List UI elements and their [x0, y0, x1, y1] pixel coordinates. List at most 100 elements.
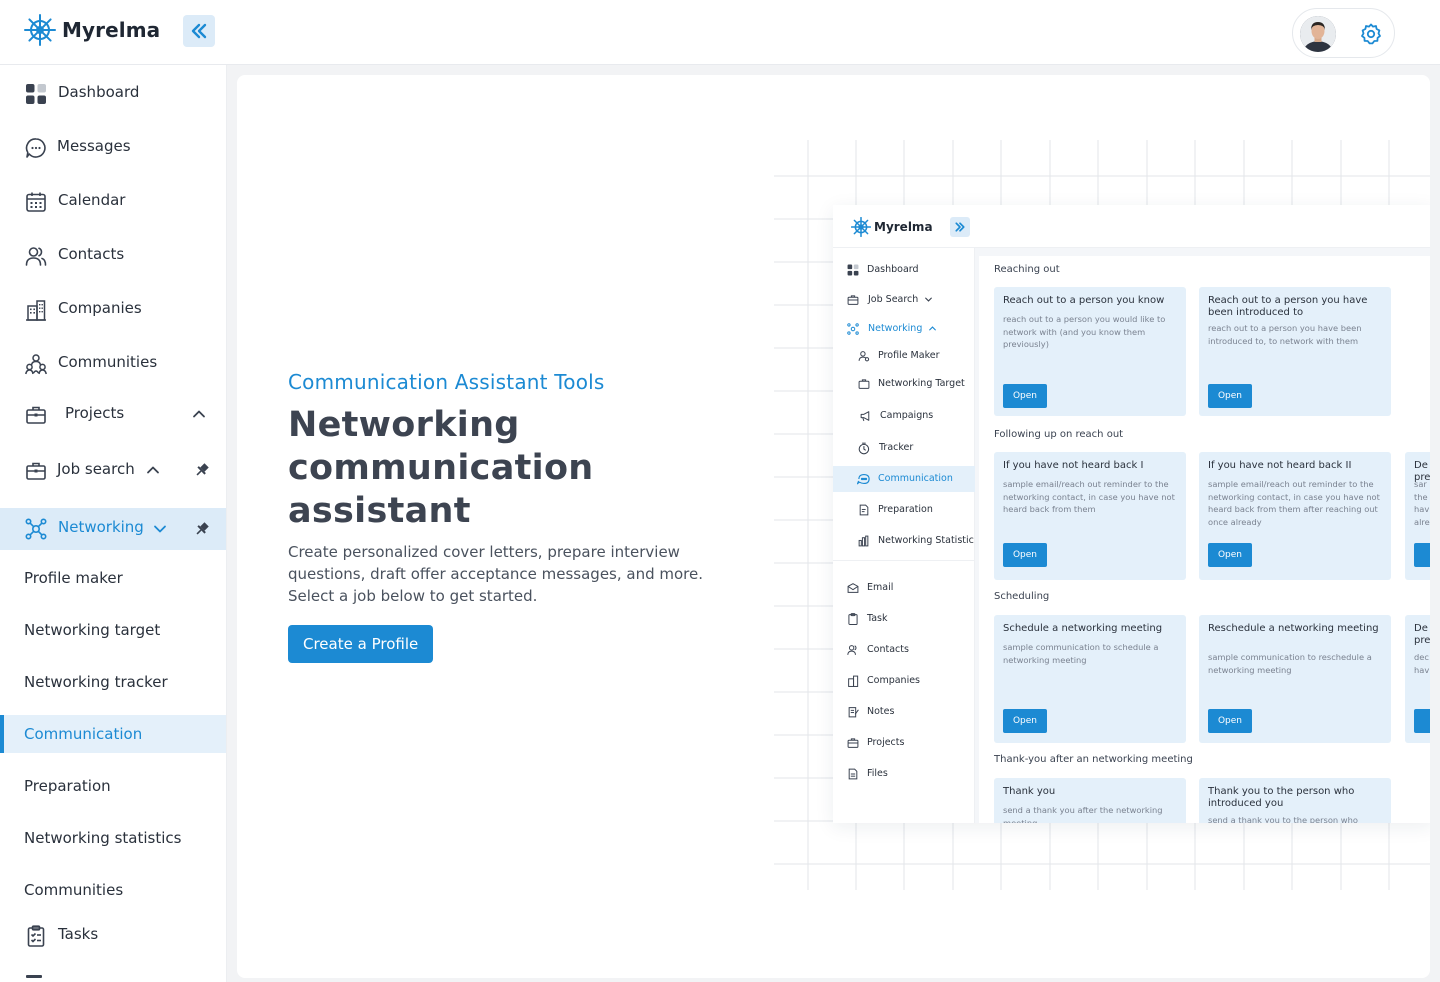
sidebar-item-label: Messages: [57, 137, 131, 155]
sidebar-subitem-networking-statistics[interactable]: Networking statistics: [0, 819, 226, 857]
preview-sidebar-label: Communication: [878, 473, 953, 484]
page-title: Networking communication assistant: [288, 405, 594, 531]
preview-sidebar-item: Networking: [833, 316, 975, 342]
building-icon: [24, 298, 47, 321]
network-icon: [847, 323, 859, 338]
sidebar-item-job-search[interactable]: Job search: [0, 450, 226, 490]
sidebar-subitem-communication[interactable]: Communication: [0, 715, 226, 753]
preview-sidebar-item: Email: [833, 575, 975, 601]
sidebar-subitem-preparation[interactable]: Preparation: [0, 767, 226, 805]
sidebar-item-contacts[interactable]: Contacts: [0, 235, 226, 275]
preview-card-title: Thank you: [1003, 786, 1056, 797]
preview-open-button: Open: [1003, 543, 1047, 567]
preview-card-title: Thank you to the person who introduced y…: [1208, 786, 1355, 809]
preview-open-button: O: [1414, 709, 1430, 733]
preview-brand: Myrelma: [874, 220, 933, 234]
preview-card-desc: sample email/reach out reminder to the n…: [1208, 479, 1380, 527]
chat-bubble-icon: [24, 136, 47, 159]
double-chevron-right-icon: [955, 222, 965, 232]
clipboard-icon: [847, 613, 859, 628]
user-menu: [1292, 8, 1395, 58]
communication-icon: [856, 473, 871, 488]
preview-template-card: If you have not heard back II sample ema…: [1199, 452, 1391, 580]
sidebar-subitem-label: Profile maker: [24, 569, 123, 587]
hero-subtitle: Communication Assistant Tools: [288, 370, 605, 394]
brand-name: Myrelma: [62, 18, 161, 42]
preview-sidebar-item: Notes: [833, 699, 975, 725]
top-bar: Myrelma: [0, 0, 1440, 65]
preview-card-desc: sar the hav alre: [1414, 479, 1430, 527]
sidebar-item-calendar[interactable]: Calendar: [0, 181, 226, 221]
preview-template-card: Reach out to a person you have been intr…: [1199, 287, 1391, 416]
create-profile-button[interactable]: Create a Profile: [288, 625, 434, 663]
preview-sidebar-item: Dashboard: [833, 257, 975, 283]
preview-sidebar-label: Contacts: [867, 644, 909, 655]
main-content: Communication Assistant Tools Networking…: [237, 75, 1430, 978]
preview-sidebar-label: Networking Target: [878, 378, 965, 389]
sidebar-subitem-profile-maker[interactable]: Profile maker: [0, 559, 226, 597]
preview-card-desc: sample communication to schedule a netwo…: [1003, 642, 1159, 665]
sidebar-subitem-networking-target[interactable]: Networking target: [0, 611, 226, 649]
preview-open-button: Open: [1003, 384, 1047, 408]
preview-illustration: Myrelma Dashboard Job Search Networking …: [774, 140, 1430, 890]
building-icon: [847, 675, 859, 690]
preview-sidebar-label: Projects: [867, 737, 905, 748]
sidebar-item-networking[interactable]: Networking: [0, 508, 226, 550]
sidebar-subitem-label: Networking tracker: [24, 673, 168, 691]
sidebar-item-communities[interactable]: Communities: [0, 343, 226, 383]
sidebar-subitem-label: Preparation: [24, 777, 111, 795]
preview-card-title: If you have not heard back II: [1208, 460, 1352, 471]
sidebar-item-messages[interactable]: Messages: [0, 127, 226, 167]
file-icon: [847, 768, 859, 783]
profile-icon: [858, 350, 870, 365]
sidebar-item-label: Networking: [58, 518, 144, 536]
preview-sidebar-item: Files: [833, 761, 975, 787]
preview-content-panel: Reaching out Reach out to a person you k…: [979, 256, 1430, 823]
sidebar-item-dashboard[interactable]: Dashboard: [0, 73, 226, 113]
settings-button[interactable]: [1359, 22, 1383, 50]
preview-sidebar-item: Contacts: [833, 637, 975, 663]
briefcase-icon: [847, 294, 859, 309]
target-briefcase-icon: [858, 378, 870, 393]
tracker-icon: [858, 442, 871, 458]
megaphone-icon: [859, 410, 872, 425]
preview-template-card: If you have not heard back I sample emai…: [994, 452, 1186, 580]
preview-sidebar-item: Projects: [833, 730, 975, 756]
preview-sidebar-label: Email: [867, 582, 894, 593]
app-logo[interactable]: Myrelma: [24, 14, 160, 46]
preview-card-desc: send a thank you after the networking me…: [1003, 805, 1163, 823]
sidebar-item-companies[interactable]: Companies: [0, 289, 226, 329]
preview-template-card: Schedule a networking meeting sample com…: [994, 615, 1186, 743]
pin-icon[interactable]: [194, 521, 210, 541]
preview-sidebar-item: Task: [833, 606, 975, 632]
sidebar-subitem-communities[interactable]: Communities: [0, 871, 226, 909]
chevron-up-icon[interactable]: [145, 462, 161, 482]
sidebar-item-tasks[interactable]: Tasks: [0, 915, 226, 955]
preview-open-button: Open: [1003, 709, 1047, 733]
preview-logo: Myrelma: [851, 217, 933, 237]
preview-card-title: Reach out to a person you know: [1003, 295, 1165, 306]
sidebar-item-label: Calendar: [58, 191, 126, 209]
pin-icon[interactable]: [194, 462, 210, 482]
preview-sidebar-label: Task: [867, 613, 888, 624]
preview-open-button: Open: [1208, 384, 1252, 408]
preview-sidebar-label: Profile Maker: [878, 350, 940, 361]
calendar-icon: [24, 190, 47, 213]
preview-sidebar-label: Job Search: [868, 294, 919, 305]
hero-description: Create personalized cover letters, prepa…: [288, 543, 704, 605]
sidebar-item-label: Dashboard: [58, 83, 140, 101]
sidebar-item-label: Job search: [57, 460, 135, 478]
collapse-sidebar-button[interactable]: [183, 15, 215, 47]
user-avatar[interactable]: [1300, 16, 1336, 52]
people-icon: [847, 644, 859, 659]
chevron-up-icon[interactable]: [191, 406, 207, 426]
sidebar-item-projects[interactable]: Projects: [0, 394, 226, 434]
chevron-down-icon[interactable]: [152, 521, 168, 541]
preview-sidebar-label: Files: [867, 768, 888, 779]
sidebar-subitem-networking-tracker[interactable]: Networking tracker: [0, 663, 226, 701]
preview-template-card-partial: De pre dec hav O: [1405, 615, 1430, 743]
ship-wheel-icon: [24, 14, 56, 46]
sidebar-item-label: Tasks: [58, 925, 99, 943]
sidebar-item-label: Contacts: [58, 245, 125, 263]
preview-expand-button: [950, 217, 970, 237]
